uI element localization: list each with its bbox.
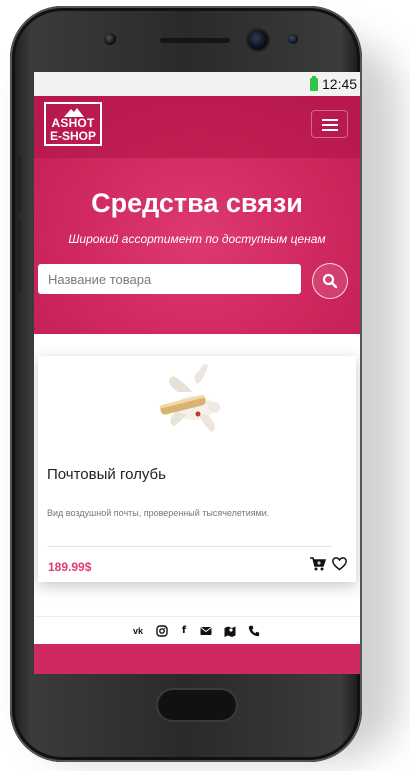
product-price: 189.99$ [48,560,92,574]
favorite-heart-icon[interactable] [332,557,347,571]
dove-with-letter-icon [159,363,221,432]
product-name[interactable]: Почтовый голубь [47,466,166,483]
instagram-icon[interactable] [156,625,168,637]
menu-bar [322,129,338,131]
card-divider [47,546,332,547]
earpiece-speaker [160,38,230,43]
social-links-bar: vk f [34,616,360,645]
page-subtitle: Широкий ассортимент по доступным ценам [68,232,326,246]
map-icon[interactable] [224,625,236,637]
menu-bar [322,119,338,121]
phone-icon[interactable] [248,625,260,637]
navbar: ASHOT E-SHOP [34,96,360,158]
status-time: 12:45 [322,76,358,92]
hamburger-menu-button[interactable] [311,110,348,138]
logo-text-line2: E-SHOP [49,129,96,143]
screen: 12:45 ASHOT E-SHOP Средства связи Широки… [34,72,360,674]
search-icon [322,273,338,289]
mail-icon[interactable] [200,625,212,637]
facebook-icon[interactable]: f [178,625,190,637]
footer [34,644,360,674]
logo-text-line1: ASHOT [51,116,95,130]
volume-button [17,156,21,211]
front-camera-icon [248,30,268,50]
page-title: Средства связи [91,188,303,218]
menu-bar [322,124,338,126]
hero-section: ASHOT E-SHOP Средства связи Широкий ассо… [34,96,360,334]
add-to-cart-icon[interactable] [310,557,326,571]
shop-logo[interactable]: ASHOT E-SHOP [44,102,102,146]
home-button[interactable] [158,690,236,720]
iris-scanner-icon [288,34,298,44]
phone-frame: 12:45 ASHOT E-SHOP Средства связи Широки… [10,6,362,762]
product-description: Вид воздушной почты, проверенный тысячел… [47,508,270,518]
sensor-icon [104,33,116,45]
status-bar: 12:45 [34,72,360,96]
bixby-button [17,221,21,291]
product-card[interactable]: Почтовый голубь Вид воздушной почты, про… [38,356,356,582]
search-input[interactable] [38,264,301,294]
search-button[interactable] [312,263,348,299]
vk-icon[interactable]: vk [131,625,145,637]
battery-icon [310,76,318,91]
